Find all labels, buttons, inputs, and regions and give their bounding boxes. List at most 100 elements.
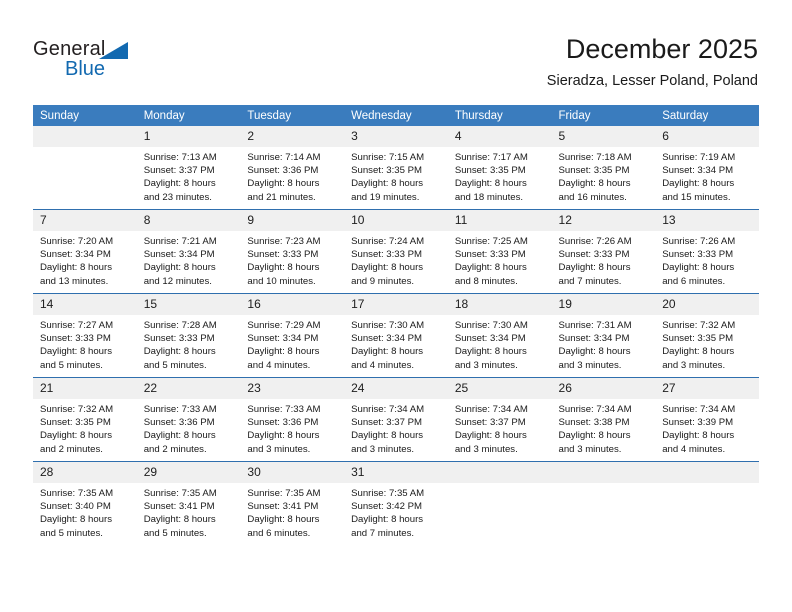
day-details: Sunrise: 7:35 AM Sunset: 3:41 PM Daylight:… (137, 483, 241, 545)
daylight-text-line1: Daylight: 8 hours (247, 262, 320, 274)
sunrise-text: Sunrise: 7:35 AM (143, 488, 217, 499)
day-details: Sunrise: 7:28 AM Sunset: 3:33 PM Daylight:… (137, 315, 241, 377)
day-number: 2 (240, 126, 345, 147)
day-details: Sunrise: 7:17 AM Sunset: 3:35 PM Daylight:… (448, 147, 552, 209)
day-details: Sunrise: 7:33 AM Sunset: 3:36 PM Daylight:… (137, 399, 241, 461)
sunrise-text: Sunrise: 7:30 AM (351, 320, 425, 331)
sunset-text: Sunset: 3:39 PM (662, 417, 734, 429)
calendar-day-cell[interactable]: 14 Sunrise: 7:27 AM Sunset: 3:33 PM Dayligh… (33, 293, 137, 378)
day-number: 19 (551, 294, 656, 315)
daylight-text-line1: Daylight: 8 hours (143, 430, 216, 442)
calendar-day-cell[interactable]: 24 Sunrise: 7:34 AM Sunset: 3:37 PM Dayligh… (344, 377, 448, 462)
daylight-text-line2: and 4 minutes. (351, 359, 415, 371)
calendar-page: General Blue December 2025 Sieradza, Les… (0, 0, 792, 612)
calendar-day-cell[interactable]: 29 Sunrise: 7:35 AM Sunset: 3:41 PM Dayligh… (136, 461, 241, 545)
general-blue-logo[interactable]: General Blue (33, 38, 153, 84)
calendar-day-cell[interactable]: 17 Sunrise: 7:30 AM Sunset: 3:34 PM Dayligh… (344, 293, 448, 378)
day-details: Sunrise: 7:34 AM Sunset: 3:39 PM Daylight:… (655, 399, 759, 461)
calendar-day-cell[interactable]: 12 Sunrise: 7:26 AM Sunset: 3:33 PM Dayligh… (551, 209, 656, 294)
sunrise-text: Sunrise: 7:17 AM (454, 152, 528, 163)
calendar-day-cell[interactable]: 20 Sunrise: 7:32 AM Sunset: 3:35 PM Dayligh… (655, 293, 759, 378)
day-number: 9 (240, 210, 345, 231)
calendar-day-cell[interactable]: 11 Sunrise: 7:25 AM Sunset: 3:33 PM Dayligh… (447, 209, 552, 294)
day-number: 7 (33, 210, 137, 231)
day-number: 22 (136, 378, 241, 399)
day-details: Sunrise: 7:34 AM Sunset: 3:38 PM Daylight:… (552, 399, 656, 461)
daylight-text-line1: Daylight: 8 hours (454, 178, 527, 190)
day-number (655, 462, 759, 483)
calendar-day-cell[interactable]: 1 Sunrise: 7:13 AM Sunset: 3:37 PM Daylight… (136, 126, 241, 210)
calendar-day-cell[interactable]: 22 Sunrise: 7:33 AM Sunset: 3:36 PM Dayligh… (136, 377, 241, 462)
sunset-text: Sunset: 3:34 PM (558, 333, 630, 345)
day-details: Sunrise: 7:26 AM Sunset: 3:33 PM Daylight:… (552, 231, 656, 293)
calendar-day-cell[interactable]: 8 Sunrise: 7:21 AM Sunset: 3:34 PM Daylight… (136, 209, 241, 294)
weekday-header-sunday: Sunday (33, 105, 137, 126)
sunset-text: Sunset: 3:37 PM (454, 417, 526, 429)
daylight-text-line2: and 23 minutes. (143, 191, 212, 203)
daylight-text-line2: and 18 minutes. (454, 191, 524, 203)
daylight-text-line1: Daylight: 8 hours (558, 178, 631, 190)
day-details: Sunrise: 7:26 AM Sunset: 3:33 PM Daylight:… (655, 231, 759, 293)
calendar-day-cell[interactable]: 4 Sunrise: 7:17 AM Sunset: 3:35 PM Daylight… (447, 126, 552, 210)
daylight-text-line1: Daylight: 8 hours (143, 178, 216, 190)
calendar-day-cell[interactable]: 5 Sunrise: 7:18 AM Sunset: 3:35 PM Daylight… (551, 126, 656, 210)
day-number: 11 (447, 210, 552, 231)
daylight-text-line1: Daylight: 8 hours (558, 262, 631, 274)
sunset-text: Sunset: 3:34 PM (454, 333, 526, 345)
calendar-day-cell[interactable]: 7 Sunrise: 7:20 AM Sunset: 3:34 PM Daylight… (33, 209, 137, 294)
sunset-text: Sunset: 3:33 PM (247, 249, 319, 261)
day-number: 24 (344, 378, 448, 399)
calendar-day-cell[interactable]: 19 Sunrise: 7:31 AM Sunset: 3:34 PM Dayligh… (551, 293, 656, 378)
sunset-text: Sunset: 3:34 PM (143, 249, 215, 261)
daylight-text-line1: Daylight: 8 hours (143, 262, 216, 274)
daylight-text-line2: and 19 minutes. (351, 191, 420, 203)
page-title: December 2025 (565, 34, 758, 64)
calendar-empty-cell (33, 126, 137, 210)
calendar-day-cell[interactable]: 28 Sunrise: 7:35 AM Sunset: 3:40 PM Dayligh… (33, 461, 137, 545)
sunset-text: Sunset: 3:33 PM (662, 249, 734, 261)
daylight-text-line2: and 5 minutes. (40, 359, 103, 371)
calendar-day-cell[interactable]: 15 Sunrise: 7:28 AM Sunset: 3:33 PM Dayligh… (136, 293, 241, 378)
calendar-day-cell[interactable]: 9 Sunrise: 7:23 AM Sunset: 3:33 PM Daylight… (240, 209, 345, 294)
daylight-text-line2: and 16 minutes. (558, 191, 627, 203)
calendar-day-cell[interactable]: 26 Sunrise: 7:34 AM Sunset: 3:38 PM Dayligh… (551, 377, 656, 462)
day-details: Sunrise: 7:25 AM Sunset: 3:33 PM Daylight:… (448, 231, 552, 293)
calendar-day-cell[interactable]: 31 Sunrise: 7:35 AM Sunset: 3:42 PM Dayligh… (344, 461, 448, 545)
calendar-day-cell[interactable]: 3 Sunrise: 7:15 AM Sunset: 3:35 PM Daylight… (344, 126, 448, 210)
daylight-text-line2: and 15 minutes. (662, 191, 731, 203)
sunset-text: Sunset: 3:33 PM (558, 249, 630, 261)
sunset-text: Sunset: 3:33 PM (40, 333, 111, 345)
sunrise-text: Sunrise: 7:21 AM (143, 236, 217, 247)
sunset-text: Sunset: 3:35 PM (351, 165, 423, 177)
calendar-empty-cell (447, 461, 552, 545)
day-number: 8 (136, 210, 241, 231)
weekday-header-row: Sunday Monday Tuesday Wednesday Thursday… (33, 105, 759, 126)
calendar-day-cell[interactable]: 18 Sunrise: 7:30 AM Sunset: 3:34 PM Dayligh… (447, 293, 552, 378)
daylight-text-line1: Daylight: 8 hours (662, 346, 735, 358)
calendar-day-cell[interactable]: 23 Sunrise: 7:33 AM Sunset: 3:36 PM Dayligh… (240, 377, 345, 462)
sunset-text: Sunset: 3:34 PM (351, 333, 423, 345)
day-number: 15 (136, 294, 241, 315)
calendar-day-cell[interactable]: 2 Sunrise: 7:14 AM Sunset: 3:36 PM Daylight… (240, 126, 345, 210)
calendar-day-cell[interactable]: 6 Sunrise: 7:19 AM Sunset: 3:34 PM Daylight… (655, 126, 759, 210)
calendar-day-cell[interactable]: 27 Sunrise: 7:34 AM Sunset: 3:39 PM Dayligh… (655, 377, 759, 462)
sunset-text: Sunset: 3:41 PM (247, 501, 319, 513)
day-number: 28 (33, 462, 137, 483)
sunset-text: Sunset: 3:37 PM (351, 417, 423, 429)
calendar-day-cell[interactable]: 13 Sunrise: 7:26 AM Sunset: 3:33 PM Dayligh… (655, 209, 759, 294)
calendar-day-cell[interactable]: 25 Sunrise: 7:34 AM Sunset: 3:37 PM Dayligh… (447, 377, 552, 462)
daylight-text-line1: Daylight: 8 hours (662, 430, 735, 442)
day-details: Sunrise: 7:34 AM Sunset: 3:37 PM Daylight:… (344, 399, 448, 461)
day-number: 31 (344, 462, 448, 483)
sunrise-text: Sunrise: 7:31 AM (558, 320, 632, 331)
page-header: General Blue December 2025 Sieradza, Les… (0, 0, 792, 104)
calendar-day-cell[interactable]: 30 Sunrise: 7:35 AM Sunset: 3:41 PM Dayligh… (240, 461, 345, 545)
calendar-day-cell[interactable]: 16 Sunrise: 7:29 AM Sunset: 3:34 PM Dayligh… (240, 293, 345, 378)
day-details: Sunrise: 7:35 AM Sunset: 3:42 PM Daylight:… (344, 483, 448, 545)
sunrise-text: Sunrise: 7:32 AM (40, 404, 114, 415)
daylight-text-line2: and 2 minutes. (143, 443, 207, 455)
sunset-text: Sunset: 3:35 PM (40, 417, 111, 429)
daylight-text-line1: Daylight: 8 hours (351, 262, 424, 274)
calendar-day-cell[interactable]: 10 Sunrise: 7:24 AM Sunset: 3:33 PM Dayligh… (344, 209, 448, 294)
calendar-day-cell[interactable]: 21 Sunrise: 7:32 AM Sunset: 3:35 PM Dayligh… (33, 377, 137, 462)
